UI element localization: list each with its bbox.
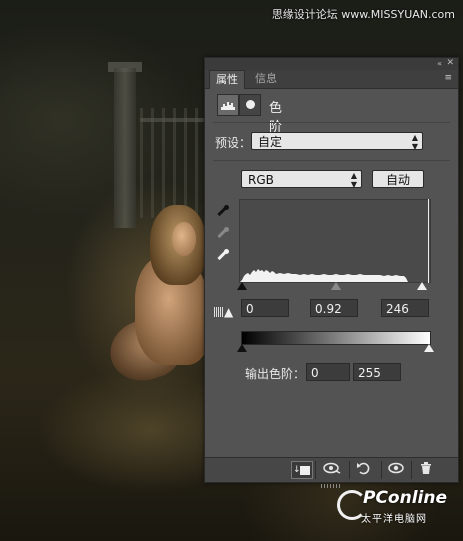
footer-divider <box>411 461 412 479</box>
panel-menu-icon[interactable]: ≡ <box>444 73 452 83</box>
trash-icon <box>421 462 431 474</box>
auto-button[interactable]: 自动 <box>372 170 424 188</box>
view-previous-state-button[interactable] <box>321 461 343 479</box>
output-white-slider[interactable] <box>424 344 434 352</box>
input-white-slider[interactable] <box>417 282 427 290</box>
clip-to-layer-button[interactable]: ↓ <box>291 461 313 479</box>
input-gamma-slider[interactable] <box>331 282 341 290</box>
iron-gate-bar <box>140 118 204 122</box>
preset-value: 自定 <box>258 135 283 149</box>
person-face <box>172 222 196 256</box>
white-point-eyedropper-icon[interactable] <box>216 248 230 262</box>
divider <box>213 160 450 161</box>
properties-panel: « ✕ 属性 信息 ≡ 色阶 预设： 自定 ▲ ▼ RGB ▲ ▼ 自动 ▲ 0… <box>204 57 459 488</box>
reset-button[interactable] <box>353 461 375 479</box>
footer-divider <box>349 461 350 479</box>
tab-properties[interactable]: 属性 <box>209 70 245 89</box>
gate-pillar <box>114 68 136 228</box>
toggle-visibility-button[interactable] <box>385 461 407 479</box>
input-white-field[interactable]: 246 <box>381 299 429 317</box>
pconline-watermark: PConline 太平洋电脑网 <box>333 488 453 528</box>
mask-circle <box>246 100 255 109</box>
select-arrows-icon: ▲ ▼ <box>350 171 357 189</box>
footer-divider <box>315 461 316 479</box>
histogram-graph <box>240 269 408 282</box>
output-black-field[interactable]: 0 <box>306 363 350 381</box>
input-black-field[interactable]: 0 <box>241 299 289 317</box>
input-gamma-field[interactable]: 0.92 <box>310 299 358 317</box>
black-point-eyedropper-icon[interactable] <box>216 204 230 218</box>
pconline-logo-text: PConline <box>363 488 448 508</box>
preset-label: 预设： <box>215 136 252 150</box>
delete-button[interactable] <box>415 461 437 479</box>
output-black-slider[interactable] <box>237 344 247 352</box>
watermark-top: 思缘设计论坛 www.MISSYUAN.com <box>271 8 455 21</box>
collapse-icon[interactable]: « <box>437 59 442 68</box>
histogram-right-edge <box>428 199 429 283</box>
divider <box>213 122 450 123</box>
layer-mask-icon[interactable] <box>239 94 261 116</box>
adjustment-title: 色阶 <box>269 101 283 135</box>
footer-divider <box>381 461 382 479</box>
output-gradient-bar <box>241 331 431 345</box>
tab-info[interactable]: 信息 <box>249 70 283 88</box>
channel-select[interactable]: RGB ▲ ▼ <box>241 170 362 189</box>
channel-value: RGB <box>248 173 274 187</box>
clipping-warning-icon[interactable]: ▲ <box>214 305 236 319</box>
output-white-field[interactable]: 255 <box>353 363 401 381</box>
close-icon[interactable]: ✕ <box>446 58 454 68</box>
pconline-subtitle: 太平洋电脑网 <box>361 514 427 525</box>
select-arrows-icon: ▲ ▼ <box>411 133 418 151</box>
clip-layer-icon <box>300 466 310 475</box>
gray-point-eyedropper-icon[interactable] <box>216 226 230 240</box>
panel-footer: ↓ <box>205 457 458 488</box>
panel-tabs: 属性 信息 ≡ <box>205 70 458 89</box>
eye-icon <box>388 462 404 474</box>
panel-topbar[interactable]: « ✕ <box>205 58 458 70</box>
reset-icon <box>357 462 370 475</box>
output-levels-label: 输出色阶： <box>245 367 306 381</box>
eye-previous-icon <box>323 462 341 474</box>
preset-select[interactable]: 自定 ▲ ▼ <box>251 132 423 151</box>
input-black-slider[interactable] <box>237 282 247 290</box>
levels-adjustment-icon[interactable] <box>217 94 239 116</box>
iron-gate <box>140 108 204 218</box>
histogram <box>239 199 431 283</box>
